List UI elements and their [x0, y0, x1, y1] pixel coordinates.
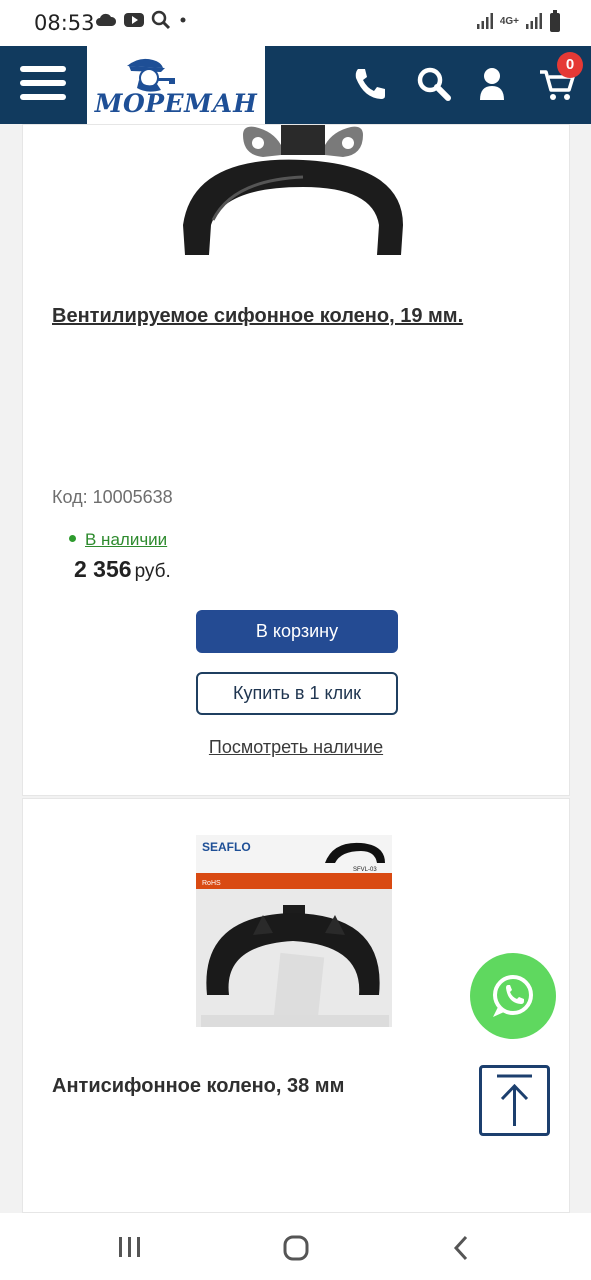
cart-count-badge: 0: [557, 52, 583, 78]
package-brand: SEAFLO: [202, 840, 251, 854]
scroll-to-top-button[interactable]: [479, 1065, 550, 1136]
product-price: 2 356 руб.: [74, 556, 171, 583]
stock-label[interactable]: В наличии: [85, 530, 167, 549]
signal-icon: [476, 13, 493, 29]
system-nav-bar: [0, 1213, 591, 1280]
arrow-up-icon: [497, 1074, 532, 1126]
product-title-link[interactable]: Антисифонное колено, 38 мм: [52, 1075, 344, 1098]
home-icon[interactable]: [282, 1234, 310, 1262]
whatsapp-icon: [493, 975, 533, 1017]
recent-apps-icon[interactable]: [117, 1235, 143, 1259]
signal-icon: [526, 13, 542, 29]
site-logo[interactable]: МОРЕМАН: [87, 46, 265, 124]
search-icon[interactable]: [414, 64, 454, 104]
cloud-icon: [96, 13, 117, 26]
status-bar: 08:53 4G+: [0, 0, 591, 46]
product-code: Код: 10005638: [52, 487, 173, 507]
buy-one-click-button[interactable]: Купить в 1 клик: [196, 672, 398, 715]
user-icon[interactable]: [472, 64, 512, 104]
search-icon: [151, 10, 171, 30]
product-card: Вентилируемое сифонное колено, 19 мм. Ко…: [22, 124, 570, 796]
site-header: МОРЕМАН 0: [0, 46, 591, 124]
package-rohs: RoHS: [202, 880, 221, 887]
stock-status[interactable]: В наличии: [69, 530, 167, 550]
product-image[interactable]: SEAFLO SFVL-03 RoHS: [193, 835, 398, 1035]
youtube-icon: [124, 13, 144, 27]
check-availability-link[interactable]: Посмотреть наличие: [23, 737, 569, 758]
stock-dot-icon: [69, 535, 76, 543]
product-image[interactable]: [173, 125, 413, 265]
network-label: 4G+: [499, 15, 519, 27]
phone-icon[interactable]: [350, 64, 390, 104]
logo-text: МОРЕМАН: [94, 89, 258, 118]
back-icon[interactable]: [449, 1234, 473, 1262]
product-title-link[interactable]: Вентилируемое сифонное колено, 19 мм.: [52, 305, 463, 328]
menu-icon[interactable]: [20, 66, 66, 104]
package-model: SFVL-03: [353, 867, 377, 873]
battery-icon: [550, 10, 560, 32]
whatsapp-button[interactable]: [470, 953, 556, 1039]
sailor-logo-icon: [127, 58, 175, 92]
price-value: 2 356: [74, 556, 132, 582]
price-currency: руб.: [134, 561, 171, 582]
dot-icon: [180, 17, 186, 23]
add-to-cart-button[interactable]: В корзину: [196, 610, 398, 653]
status-time: 08:53: [34, 11, 95, 35]
